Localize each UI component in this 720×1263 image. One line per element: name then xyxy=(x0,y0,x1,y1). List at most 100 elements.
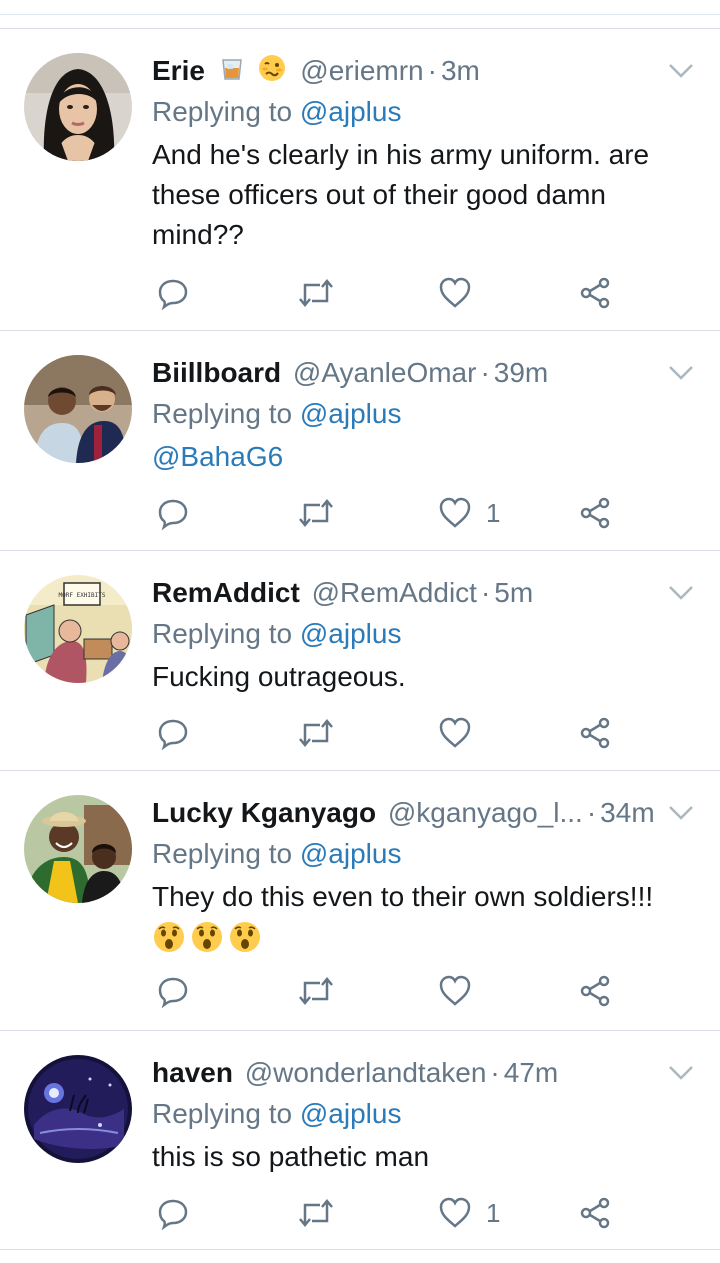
heart-icon xyxy=(439,1197,471,1228)
retweet-icon xyxy=(299,1199,333,1227)
tweet-actions: 1 xyxy=(156,1193,626,1233)
woozy-face-icon xyxy=(257,53,287,92)
replying-to: Replying to @ajplus xyxy=(152,95,690,129)
tweet[interactable]: Erie @eriemrn · 3m Replying to @ajplus And… xyxy=(0,28,720,330)
share-icon xyxy=(580,1197,610,1229)
avatar[interactable] xyxy=(24,795,132,903)
tweet-text: They do this even to their own soldiers!… xyxy=(152,877,690,957)
tweet-text: this is so pathetic man xyxy=(152,1141,430,1172)
tweet-actions xyxy=(156,971,626,1011)
avatar[interactable] xyxy=(24,53,132,161)
timestamp[interactable]: 5m xyxy=(494,577,533,608)
timestamp[interactable]: 39m xyxy=(494,357,548,388)
tweet[interactable]: haven @wonderlandtaken · 47m Replying to @… xyxy=(0,1030,720,1250)
share-button[interactable] xyxy=(578,971,612,1011)
display-name[interactable]: Biillboard xyxy=(152,357,281,388)
tweet-header: Biillboard @AyanleOmar · 39m xyxy=(152,355,690,391)
retweet-button[interactable] xyxy=(296,1193,336,1233)
retweet-button[interactable] xyxy=(296,713,336,753)
replying-to: Replying to @ajplus xyxy=(152,397,690,431)
tweet[interactable]: MORF EXHIBITS RemAddict @RemAddict · 5m Re… xyxy=(0,550,720,770)
chevron-down-icon[interactable] xyxy=(668,365,694,386)
share-icon xyxy=(580,975,610,1007)
astonished-face-icon xyxy=(230,922,260,952)
user-handle[interactable]: @AyanleOmar xyxy=(293,357,477,388)
tweet-text: And he's clearly in his army uniform. ar… xyxy=(152,139,650,250)
replying-prefix: Replying to xyxy=(152,618,300,649)
retweet-icon xyxy=(299,977,333,1005)
like-button[interactable] xyxy=(438,971,486,1011)
avatar-caption: MORF EXHIBITS xyxy=(59,592,106,599)
retweet-button[interactable] xyxy=(296,273,336,313)
user-handle[interactable]: @wonderlandtaken xyxy=(245,1057,487,1088)
user-handle[interactable]: @RemAddict xyxy=(312,577,477,608)
avatar[interactable]: MORF EXHIBITS xyxy=(24,575,132,683)
reply-mention-link[interactable]: @ajplus xyxy=(300,618,402,649)
reply-mention-link[interactable]: @ajplus xyxy=(300,1098,402,1129)
share-button[interactable] xyxy=(578,273,612,313)
user-handle[interactable]: @eriemrn xyxy=(300,55,423,86)
separator-dot: · xyxy=(427,55,437,86)
top-divider xyxy=(0,14,720,15)
separator-dot: · xyxy=(490,1057,500,1088)
like-button[interactable]: 1 xyxy=(438,493,500,533)
timestamp[interactable]: 3m xyxy=(441,55,480,86)
chevron-down-icon[interactable] xyxy=(668,585,694,606)
tweet-actions xyxy=(156,273,626,313)
heart-icon xyxy=(439,497,471,528)
replying-prefix: Replying to xyxy=(152,1098,300,1129)
like-button[interactable] xyxy=(438,713,486,753)
tweet-header: haven @wonderlandtaken · 47m xyxy=(152,1055,690,1091)
display-name[interactable]: haven xyxy=(152,1057,233,1088)
avatar[interactable] xyxy=(24,355,132,463)
tweet-content: haven @wonderlandtaken · 47m Replying to @… xyxy=(152,1055,690,1177)
replying-to: Replying to @ajplus xyxy=(152,1097,690,1131)
heart-icon xyxy=(439,717,471,748)
reply-button[interactable] xyxy=(156,273,190,313)
share-button[interactable] xyxy=(578,713,612,753)
reply-mention-link[interactable]: @ajplus xyxy=(300,838,402,869)
share-button[interactable] xyxy=(578,493,612,533)
like-button[interactable] xyxy=(438,273,486,313)
share-button[interactable] xyxy=(578,1193,612,1233)
like-button[interactable]: 1 xyxy=(438,1193,500,1233)
reply-icon xyxy=(158,1199,188,1230)
like-count: 1 xyxy=(486,497,501,528)
display-name[interactable]: Erie xyxy=(152,55,205,86)
timestamp[interactable]: 34m xyxy=(600,797,654,828)
tweet-content: Lucky Kganyago @kganyago_l... · 34m Replyi… xyxy=(152,795,690,957)
chevron-down-icon[interactable] xyxy=(668,805,694,826)
display-name[interactable]: RemAddict xyxy=(152,577,300,608)
reply-mention-link[interactable]: @ajplus xyxy=(300,96,402,127)
tweet-actions: 1 xyxy=(156,493,626,533)
tweet[interactable]: Lucky Kganyago @kganyago_l... · 34m Replyi… xyxy=(0,770,720,1030)
tweet-actions xyxy=(156,713,626,753)
share-icon xyxy=(580,497,610,529)
reply-button[interactable] xyxy=(156,713,190,753)
replying-prefix: Replying to xyxy=(152,838,300,869)
replying-prefix: Replying to xyxy=(152,398,300,429)
user-handle[interactable]: @kganyago_l... xyxy=(388,797,583,828)
tweet-text-line: They do this even to their own soldiers!… xyxy=(152,881,654,912)
chevron-down-icon[interactable] xyxy=(668,1065,694,1086)
display-name[interactable]: Lucky Kganyago xyxy=(152,797,376,828)
tweet-header: Lucky Kganyago @kganyago_l... · 34m xyxy=(152,795,690,831)
avatar[interactable] xyxy=(24,1055,132,1163)
mention-link[interactable]: @BahaG6 xyxy=(152,441,283,472)
separator-dot: · xyxy=(586,797,597,828)
tweet[interactable]: Biillboard @AyanleOmar · 39m Replying to @… xyxy=(0,330,720,550)
share-icon xyxy=(580,277,610,309)
reply-mention-link[interactable]: @ajplus xyxy=(300,398,402,429)
reply-button[interactable] xyxy=(156,971,190,1011)
timestamp[interactable]: 47m xyxy=(504,1057,558,1088)
astonished-face-icon xyxy=(192,922,222,952)
retweet-button[interactable] xyxy=(296,493,336,533)
retweet-button[interactable] xyxy=(296,971,336,1011)
tweet-text: Fucking outrageous. xyxy=(152,661,406,692)
reply-button[interactable] xyxy=(156,1193,190,1233)
retweet-icon xyxy=(299,499,333,527)
replying-prefix: Replying to xyxy=(152,96,300,127)
reply-button[interactable] xyxy=(156,493,190,533)
chevron-down-icon[interactable] xyxy=(668,63,694,84)
tweet-emojis xyxy=(152,917,690,957)
